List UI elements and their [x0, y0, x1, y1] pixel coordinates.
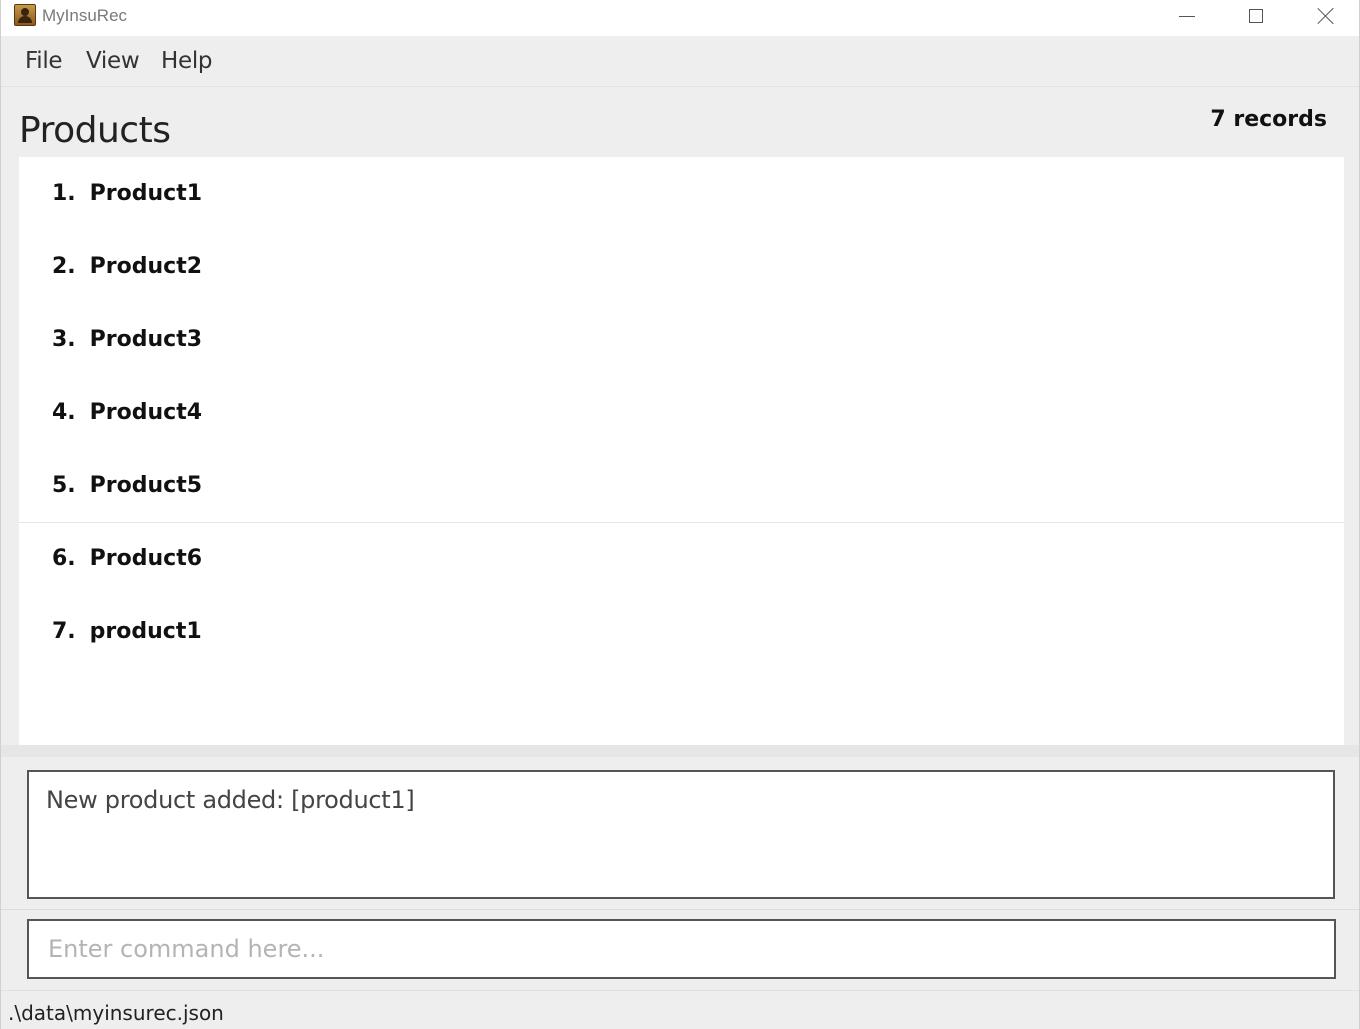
app-window: MyInsuRec File View Help Products 7 reco…	[0, 0, 1360, 1029]
list-item-name: Product2	[89, 254, 203, 279]
list-item[interactable]: 7. product1	[19, 595, 1344, 668]
list-item-name: Product1	[89, 181, 203, 206]
list-item[interactable]: 3. Product3	[19, 303, 1344, 376]
status-bar: .\data\myinsurec.json	[1, 990, 1359, 1029]
panel-title: Products	[19, 110, 171, 151]
list-item[interactable]: 5. Product5	[19, 449, 1344, 522]
list-item-index: 1.	[52, 181, 76, 206]
command-input[interactable]	[29, 921, 1334, 977]
list-item-index: 6.	[52, 546, 76, 571]
maximize-button[interactable]	[1225, 0, 1287, 32]
list-item[interactable]: 1. Product1	[19, 157, 1344, 230]
list-item[interactable]: 4. Product4	[19, 376, 1344, 449]
close-icon	[1317, 7, 1335, 25]
list-item[interactable]: 2. Product2	[19, 230, 1344, 303]
panel-separator	[1, 745, 1359, 757]
divider	[1, 909, 1359, 910]
product-list[interactable]: 1. Product1 2. Product2 3. Product3 4. P…	[19, 157, 1344, 745]
list-item-name: Product3	[89, 327, 203, 352]
list-item-name: product1	[89, 619, 202, 644]
list-item-index: 4.	[52, 400, 76, 425]
close-button[interactable]	[1295, 0, 1357, 32]
list-item-index: 2.	[52, 254, 76, 279]
address-book-icon	[14, 4, 36, 26]
title-bar[interactable]: MyInsuRec	[1, 0, 1359, 36]
list-item-index: 5.	[52, 473, 76, 498]
minimize-button[interactable]	[1156, 0, 1218, 32]
list-item-name: Product4	[89, 400, 203, 425]
record-count: 7 records	[1210, 107, 1327, 132]
maximize-icon	[1249, 9, 1263, 23]
result-message: New product added: [product1]	[46, 786, 415, 814]
menu-bar: File View Help	[1, 37, 1359, 87]
menu-help[interactable]: Help	[161, 48, 213, 74]
list-item-name: Product6	[89, 546, 203, 571]
list-item-name: Product5	[89, 473, 203, 498]
command-box[interactable]	[27, 919, 1336, 979]
minimize-icon	[1179, 15, 1195, 17]
list-item-index: 3.	[52, 327, 76, 352]
result-display[interactable]: New product added: [product1]	[27, 770, 1335, 899]
list-item[interactable]: 6. Product6	[19, 522, 1344, 595]
menu-file[interactable]: File	[25, 48, 63, 74]
list-item-index: 7.	[52, 619, 76, 644]
window-title: MyInsuRec	[42, 6, 128, 25]
menu-view[interactable]: View	[86, 48, 140, 74]
save-file-path: .\data\myinsurec.json	[8, 1001, 224, 1025]
